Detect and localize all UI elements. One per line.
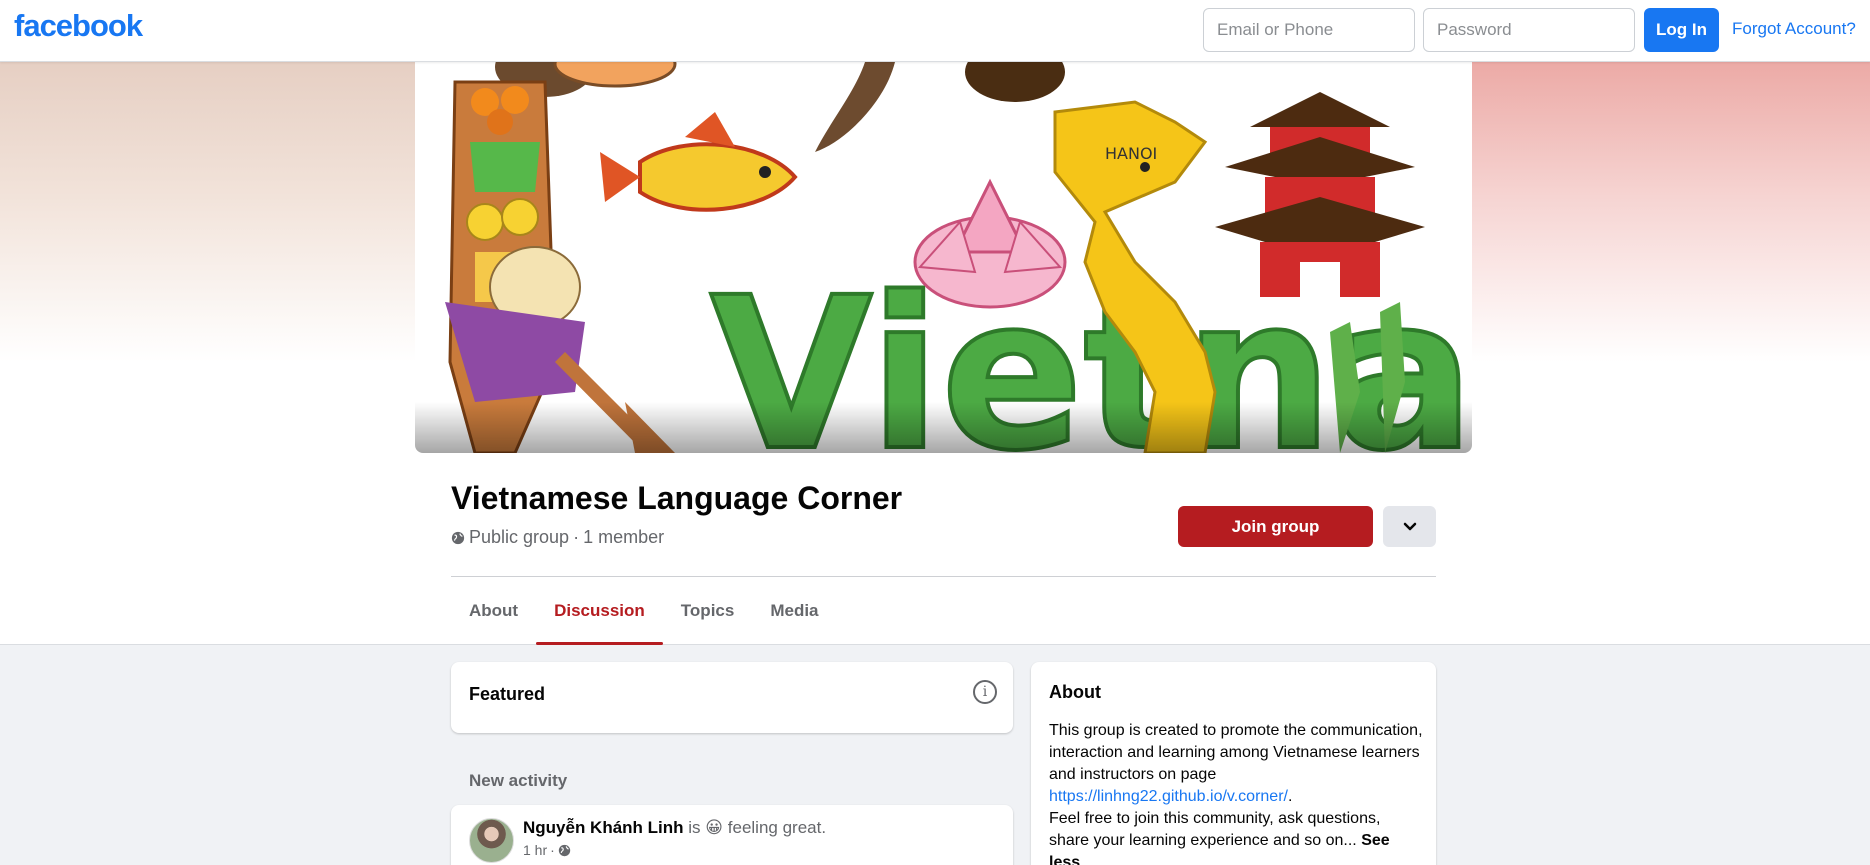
tab-discussion[interactable]: Discussion	[536, 577, 663, 645]
cover-backdrop-right	[1472, 62, 1870, 362]
cover-illustration: Vietnam HANOI	[415, 62, 1472, 453]
avatar[interactable]	[469, 818, 514, 863]
privacy-label: Public group	[469, 527, 570, 547]
about-title: About	[1049, 682, 1101, 702]
hanoi-map-label: HANOI	[1105, 144, 1157, 163]
about-text-period: .	[1287, 788, 1293, 805]
featured-title: Featured	[469, 684, 546, 704]
about-description: This group is created to promote the com…	[1049, 720, 1424, 865]
password-field[interactable]	[1423, 8, 1635, 52]
group-tabs: About Discussion Topics Media	[451, 577, 837, 645]
info-icon[interactable]: i	[973, 680, 997, 704]
email-field[interactable]	[1203, 8, 1415, 52]
post-author[interactable]: Nguyễn Khánh Linh	[523, 818, 684, 837]
more-options-button[interactable]	[1383, 506, 1436, 547]
cover-backdrop-left	[0, 62, 415, 362]
globe-icon	[558, 844, 570, 856]
forgot-account-link[interactable]: Forgot Account?	[1732, 19, 1856, 39]
about-text-intro: This group is created to promote the com…	[1049, 722, 1423, 783]
post-feeling: feeling great.	[727, 818, 827, 837]
facebook-logo[interactable]: facebook	[14, 8, 143, 44]
top-bar: facebook Log In Forgot Account?	[0, 0, 1870, 62]
post-verb: is	[688, 818, 701, 837]
group-header: Vietnam HANOI	[0, 62, 1870, 645]
login-button[interactable]: Log In	[1644, 8, 1719, 52]
tab-about[interactable]: About	[451, 577, 536, 645]
meta-separator: ·	[573, 527, 580, 547]
post-time[interactable]: 1 hr	[523, 842, 547, 858]
post-headline: Nguyễn Khánh Linh is 😀 feeling great.	[523, 818, 826, 838]
featured-card: Featured i	[451, 662, 1013, 733]
cover-photo[interactable]: Vietnam HANOI	[415, 62, 1472, 453]
about-text-invite: Feel free to join this community, ask qu…	[1049, 810, 1381, 849]
post-timestamp-row: 1 hr ·	[523, 842, 571, 858]
tab-media[interactable]: Media	[752, 577, 836, 645]
about-link[interactable]: https://linhng22.github.io/v.corner/	[1049, 788, 1288, 805]
join-group-button[interactable]: Join group	[1178, 506, 1373, 547]
member-count[interactable]: 1 member	[583, 527, 664, 548]
globe-icon	[451, 531, 465, 544]
group-meta: Public group · 1 member	[451, 527, 664, 548]
chevron-down-icon	[1403, 522, 1416, 530]
activity-post: Nguyễn Khánh Linh is 😀 feeling great. 1 …	[451, 805, 1013, 865]
new-activity-heading: New activity	[469, 771, 568, 790]
feeling-emoji-icon: 😀	[705, 818, 724, 837]
group-name: Vietnamese Language Corner	[451, 480, 903, 516]
tab-topics[interactable]: Topics	[663, 577, 753, 645]
post-time-separator: ·	[550, 842, 555, 858]
about-card: About This group is created to promote t…	[1031, 662, 1436, 865]
